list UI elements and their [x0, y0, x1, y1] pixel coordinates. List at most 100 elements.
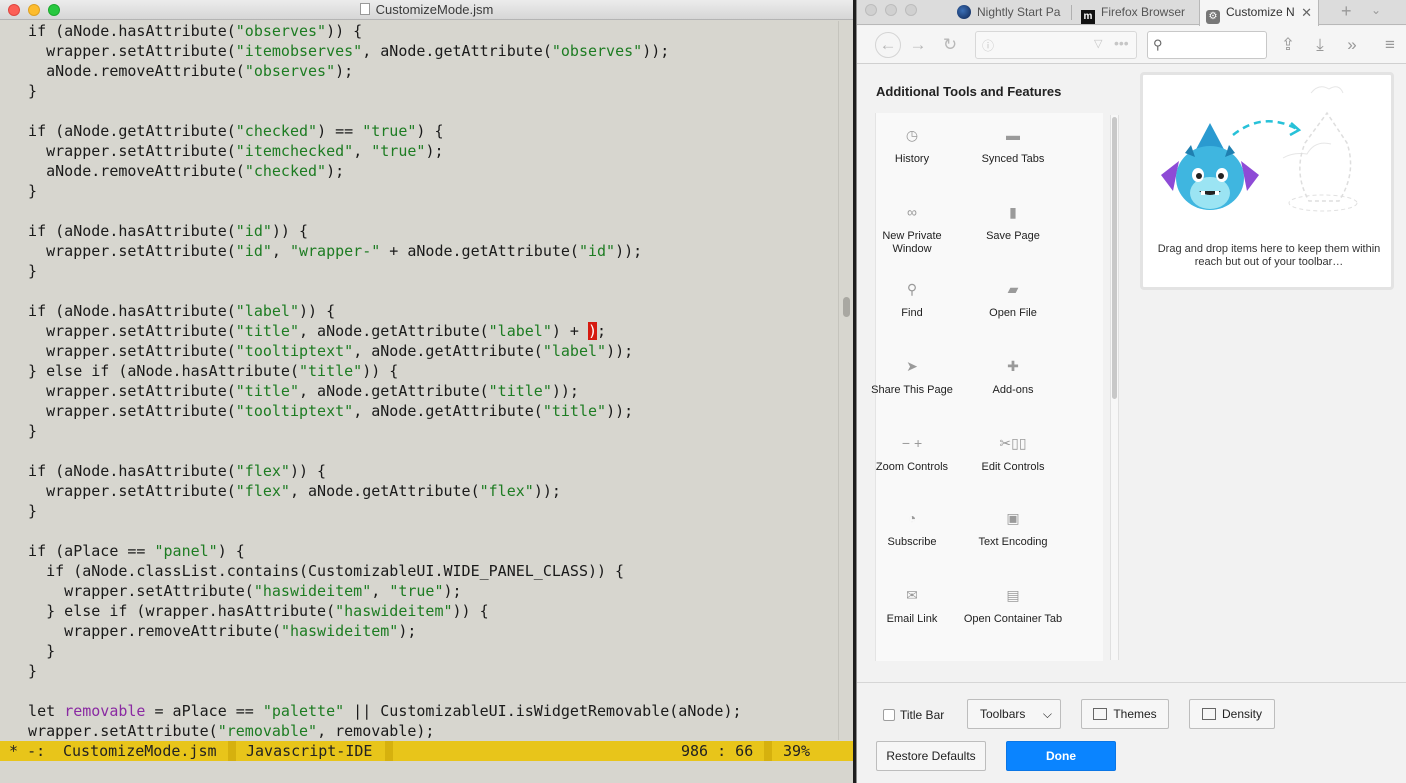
palette-item-history[interactable]: ◷ History: [862, 127, 962, 166]
code-line[interactable]: [0, 441, 838, 461]
minibuffer[interactable]: [0, 761, 853, 783]
code-line[interactable]: if (aNode.hasAttribute("id")) {: [0, 221, 838, 241]
palette-item-label: Add-ons: [992, 384, 1034, 396]
code-line[interactable]: if (aNode.classList.contains(Customizabl…: [0, 561, 838, 581]
code-line[interactable]: } else if (aNode.hasAttribute("title")) …: [0, 361, 838, 381]
code-line[interactable]: }: [0, 501, 838, 521]
code-line[interactable]: }: [0, 81, 838, 101]
minimize-window-button[interactable]: [885, 4, 897, 16]
density-button[interactable]: Density: [1189, 699, 1275, 729]
modeline-percent: 39%: [783, 742, 811, 760]
code-line[interactable]: wrapper.setAttribute("title", aNode.getA…: [0, 321, 838, 341]
code-line[interactable]: }: [0, 421, 838, 441]
back-icon[interactable]: ←: [875, 32, 901, 58]
code-line[interactable]: wrapper.setAttribute("itemchecked", "tru…: [0, 141, 838, 161]
code-token: );: [425, 142, 444, 160]
tab-nightly-start[interactable]: Nightly Start Pa: [957, 0, 1067, 25]
palette-title: Additional Tools and Features: [876, 84, 1062, 99]
pocket-icon[interactable]: ▽: [1094, 37, 1102, 50]
code-line[interactable]: wrapper.setAttribute("tooltiptext", aNod…: [0, 341, 838, 361]
code-line[interactable]: [0, 201, 838, 221]
code-token: "tooltiptext": [235, 342, 354, 360]
hamburger-menu-icon[interactable]: ≡: [1379, 34, 1401, 56]
code-line[interactable]: [0, 521, 838, 541]
code-line[interactable]: let removable = aPlace == "palette" || C…: [0, 701, 838, 721]
code-line[interactable]: wrapper.setAttribute("removable", remova…: [0, 721, 838, 740]
code-token: } else if (aNode.hasAttribute(: [10, 362, 299, 380]
code-line[interactable]: if (aNode.hasAttribute("observes")) {: [0, 21, 838, 41]
code-line[interactable]: aNode.removeAttribute("observes");: [0, 61, 838, 81]
tab-customize[interactable]: ⚙ Customize N ✕: [1199, 0, 1319, 26]
palette-item-subscribe[interactable]: ◔ Subscribe: [862, 510, 962, 549]
reload-icon[interactable]: ↻: [939, 34, 961, 56]
code-line[interactable]: wrapper.setAttribute("id", "wrapper-" + …: [0, 241, 838, 261]
modeline-separator: [385, 741, 393, 761]
customize-footer: Title Bar Toolbars ⌵ Themes Density Rest…: [857, 682, 1406, 783]
info-icon[interactable]: ⓘ: [982, 37, 994, 54]
palette-item-synced-tabs[interactable]: ▬ Synced Tabs: [963, 127, 1063, 166]
palette-item-email-link[interactable]: ✉ Email Link: [862, 587, 962, 626]
code-line[interactable]: [0, 101, 838, 121]
page-actions-icon[interactable]: •••: [1114, 35, 1129, 51]
palette-item-save-page[interactable]: ▮ Save Page: [963, 204, 1063, 243]
folder-icon: ▰: [1007, 281, 1019, 297]
code-line[interactable]: wrapper.removeAttribute("haswideitem");: [0, 621, 838, 641]
code-token: "true": [389, 582, 444, 600]
palette-item-open-file[interactable]: ▰ Open File: [963, 281, 1063, 320]
forward-icon[interactable]: →: [907, 34, 929, 56]
code-buffer[interactable]: if (aNode.hasAttribute("observes")) { wr…: [0, 21, 838, 740]
editor-scrollbar[interactable]: [838, 21, 853, 740]
code-line[interactable]: wrapper.setAttribute("tooltiptext", aNod…: [0, 401, 838, 421]
overflow-chevron-icon[interactable]: »: [1341, 34, 1363, 56]
code-line[interactable]: if (aNode.getAttribute("checked") == "tr…: [0, 121, 838, 141]
palette-scrollbar[interactable]: [1110, 115, 1119, 660]
done-button[interactable]: Done: [1006, 741, 1116, 771]
palette-item-find[interactable]: ⚲ Find: [862, 281, 962, 320]
palette-item-add-ons[interactable]: ✚ Add-ons: [963, 358, 1063, 397]
title-bar-checkbox[interactable]: [883, 709, 895, 721]
tab-firefox-browser[interactable]: m Firefox Browser: [1081, 0, 1197, 25]
list-all-tabs-icon[interactable]: ⌄: [1371, 3, 1381, 17]
code-line[interactable]: [0, 281, 838, 301]
code-line[interactable]: [0, 681, 838, 701]
code-line[interactable]: if (aNode.hasAttribute("label")) {: [0, 301, 838, 321]
zoom-window-button[interactable]: [905, 4, 917, 16]
overflow-panel[interactable]: Drag and drop items here to keep them wi…: [1140, 72, 1394, 290]
code-line[interactable]: }: [0, 661, 838, 681]
code-line[interactable]: } else if (wrapper.hasAttribute("haswide…: [0, 601, 838, 621]
code-token: wrapper.setAttribute(: [10, 722, 218, 740]
code-line[interactable]: wrapper.setAttribute("title", aNode.getA…: [0, 381, 838, 401]
code-line[interactable]: if (aNode.hasAttribute("flex")) {: [0, 461, 838, 481]
code-line[interactable]: wrapper.setAttribute("flex", aNode.getAt…: [0, 481, 838, 501]
palette-scroll-thumb[interactable]: [1112, 117, 1117, 399]
code-token: "title": [298, 362, 363, 380]
downloads-icon[interactable]: ⤓: [1309, 34, 1331, 56]
themes-button[interactable]: Themes: [1081, 699, 1169, 729]
palette-item-open-container-tab[interactable]: ▤ Open Container Tab: [963, 587, 1063, 626]
code-token: )) {: [326, 22, 363, 40]
editor-scroll-thumb[interactable]: [843, 297, 850, 317]
tab-label: Firefox Browser: [1101, 5, 1186, 19]
palette-item-zoom-controls[interactable]: − + Zoom Controls: [862, 435, 962, 474]
tab-divider: [1071, 5, 1072, 20]
palette-item-share-this-page[interactable]: ➤ Share This Page: [862, 358, 962, 397]
library-icon[interactable]: ⇪: [1277, 34, 1299, 56]
code-line[interactable]: }: [0, 641, 838, 661]
code-line[interactable]: }: [0, 261, 838, 281]
code-line[interactable]: if (aPlace == "panel") {: [0, 541, 838, 561]
close-tab-icon[interactable]: ✕: [1301, 0, 1312, 25]
palette-item-edit-controls[interactable]: ✂▯▯ Edit Controls: [963, 435, 1063, 474]
restore-defaults-button[interactable]: Restore Defaults: [876, 741, 986, 771]
toolbars-dropdown[interactable]: Toolbars ⌵: [967, 699, 1061, 729]
new-tab-icon[interactable]: +: [1341, 1, 1352, 22]
code-line[interactable]: aNode.removeAttribute("checked");: [0, 161, 838, 181]
url-bar[interactable]: ⓘ ▽ •••: [975, 31, 1137, 59]
code-token: , aNode.getAttribute(: [299, 322, 489, 340]
code-line[interactable]: wrapper.setAttribute("haswideitem", "tru…: [0, 581, 838, 601]
palette-item-new-private-window[interactable]: ∞ New Private Window: [862, 204, 962, 256]
search-bar[interactable]: ⚲: [1147, 31, 1267, 59]
code-line[interactable]: wrapper.setAttribute("itemobserves", aNo…: [0, 41, 838, 61]
close-window-button[interactable]: [865, 4, 877, 16]
palette-item-text-encoding[interactable]: ▣ Text Encoding: [963, 510, 1063, 549]
code-line[interactable]: }: [0, 181, 838, 201]
